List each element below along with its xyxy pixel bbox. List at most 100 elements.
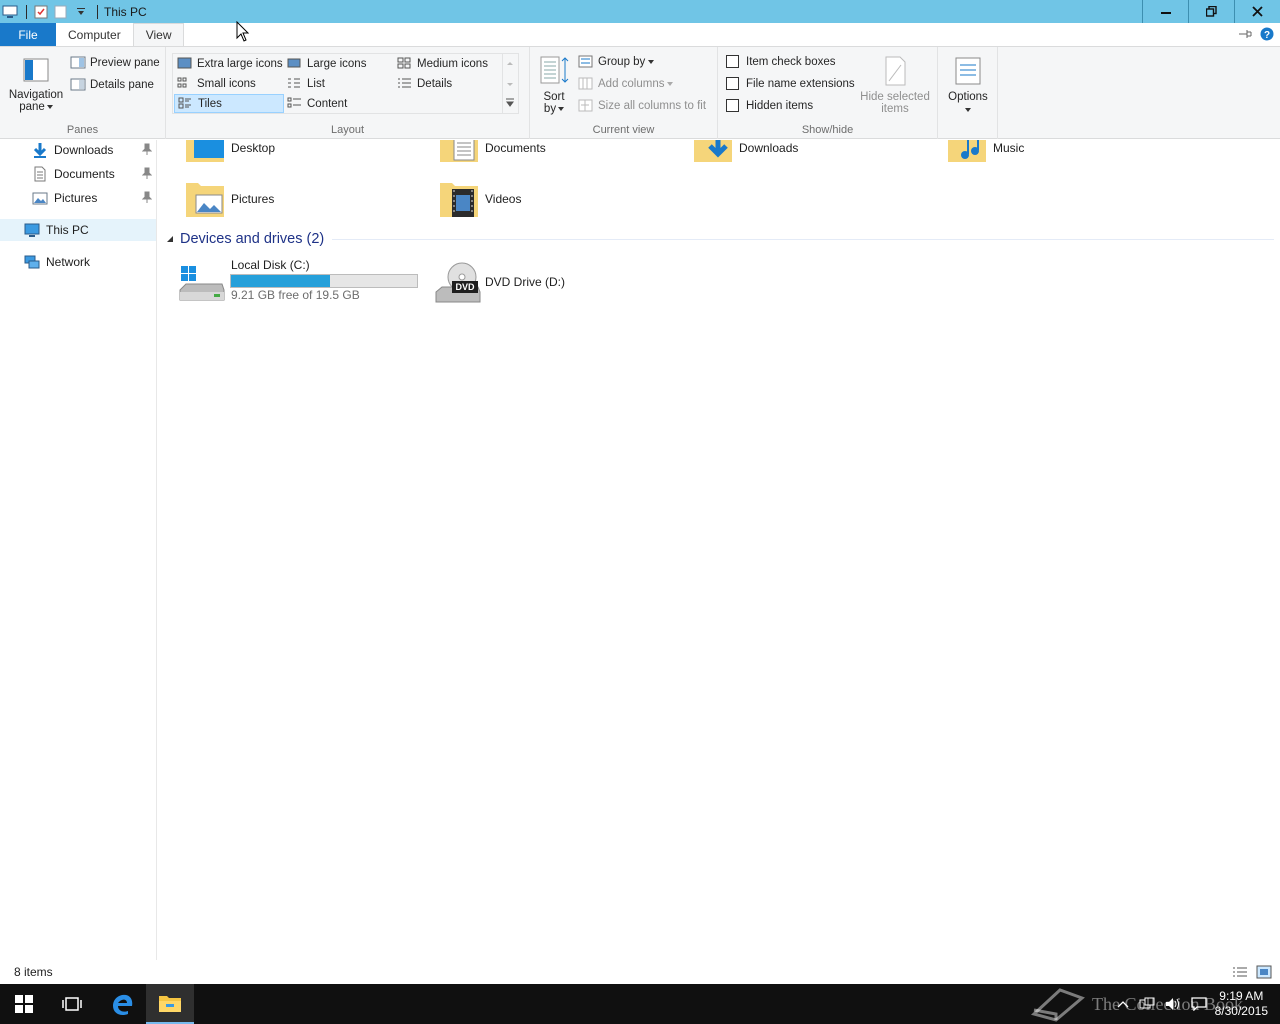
nav-label: Documents [54,167,115,181]
customize-qat-icon[interactable] [73,4,89,20]
folder-label: Downloads [739,141,799,155]
folder-tile-pictures[interactable]: Pictures [184,179,274,219]
layout-list[interactable]: List [287,77,325,90]
add-columns-label: Add columns [598,77,665,90]
layout-extra-large-icons[interactable]: Extra large icons [177,57,283,70]
large-icons-label: Large icons [307,57,367,70]
chevron-down-icon [46,105,53,109]
ribbon-tabs: File Computer View ? [0,23,1280,47]
nav-item-downloads[interactable]: Downloads [0,139,156,161]
title-bar: This PC [0,0,1280,23]
restore-button[interactable] [1188,0,1234,23]
new-folder-icon[interactable] [53,4,69,20]
minimize-button[interactable] [1142,0,1188,23]
hide-selected-items-button[interactable]: Hide selected items [858,55,932,115]
item-check-boxes-option[interactable]: Item check boxes [726,55,835,68]
help-icon[interactable]: ? [1260,27,1274,41]
qat-separator [26,4,27,19]
group-by-button[interactable]: Group by [578,55,656,68]
nav-item-documents[interactable]: Documents [0,163,156,185]
chevron-down-icon [558,107,565,111]
show-hide-group: Item check boxes File name extensions Hi… [718,47,938,139]
layout-group-label: Layout [330,124,365,136]
mouse-cursor-icon [236,21,250,42]
tab-file[interactable]: File [0,23,56,47]
properties-icon[interactable] [33,4,49,20]
dvd-drive-icon: DVD [435,262,481,303]
show-hidden-icons-chevron-icon[interactable] [1117,1000,1129,1008]
tab-view[interactable]: View [132,23,185,47]
volume-icon[interactable] [1165,997,1181,1011]
layout-tiles[interactable]: Tiles [174,94,284,113]
extra-large-icons-label: Extra large icons [197,57,283,70]
file-name-extensions-option[interactable]: File name extensions [726,77,855,90]
hide-selected-label: Hide selected [860,91,930,103]
drive-label: DVD Drive (D:) [485,275,565,289]
folder-tile-desktop[interactable]: Desktop [184,140,275,164]
group-by-icon [578,55,593,68]
music-folder-icon [948,140,986,162]
folder-tile-videos[interactable]: Videos [438,179,521,219]
options-group: Options [938,47,998,139]
layout-details[interactable]: Details [397,77,452,90]
layout-small-icons[interactable]: Small icons [177,77,256,90]
list-icon [288,78,300,88]
hide-selected-items-icon [885,56,906,86]
folder-tile-music[interactable]: Music [946,140,1024,164]
details-view-icon[interactable] [1232,965,1248,979]
file-name-extensions-label: File name extensions [746,77,855,90]
network-status-icon[interactable] [1139,997,1155,1011]
hide-selected-label-2: items [881,103,909,115]
drive-tile-dvd[interactable]: DVD DVD Drive (D:) [434,260,565,304]
folder-tile-documents[interactable]: Documents [438,140,546,164]
hidden-items-option[interactable]: Hidden items [726,99,813,112]
drive-free-space: 9.21 GB free of 19.5 GB [231,288,360,302]
layout-medium-icons[interactable]: Medium icons [397,57,488,70]
close-button[interactable] [1234,0,1280,23]
folder-tile-downloads[interactable]: Downloads [692,140,798,164]
task-view-button[interactable] [48,984,96,1024]
folder-label: Videos [485,192,522,206]
sort-by-button[interactable]: Sort by [536,55,572,115]
taskbar-clock[interactable]: 9:19 AM 8/30/2015 [1215,989,1268,1019]
nav-item-pictures[interactable]: Pictures [0,187,156,209]
size-columns-label: Size all columns to fit [598,99,707,112]
layout-content[interactable]: Content [287,97,347,110]
add-columns-button[interactable]: Add columns [578,77,675,90]
chevron-down-icon [648,59,655,64]
sort-by-label: Sort [543,91,565,103]
edge-browser-icon [113,994,133,1016]
gallery-scroll-arrows-icon [506,62,514,107]
large-icons-view-icon[interactable] [1256,965,1272,979]
size-columns-button[interactable]: Size all columns to fit [578,99,706,112]
pin-ribbon-icon[interactable] [1238,28,1252,40]
content-icon [287,97,301,108]
devices-drives-title: Devices and drives (2) [180,231,325,247]
nav-item-this-pc[interactable]: This PC [0,219,156,241]
collapse-triangle-icon[interactable] [166,235,174,243]
layout-gallery-scroll[interactable] [502,54,518,113]
quick-access-toolbar [0,0,104,23]
nav-label: Pictures [54,191,98,205]
options-button[interactable]: Options [942,55,994,115]
navigation-pane-button[interactable]: Navigation pane [6,57,66,113]
devices-drives-group-header[interactable]: Devices and drives (2) [166,231,1274,247]
pictures-icon [32,192,48,205]
details-pane-button[interactable]: Details pane [70,78,154,91]
file-name-extensions-checkbox[interactable] [726,77,739,90]
tiles-label: Tiles [198,97,222,110]
hidden-items-checkbox[interactable] [726,99,739,112]
desktop-folder-icon [186,140,224,162]
edge-taskbar-button[interactable] [98,984,146,1024]
preview-pane-button[interactable]: Preview pane [70,56,160,69]
action-center-icon[interactable] [1190,997,1207,1011]
nav-label: Network [46,255,91,269]
item-check-boxes-checkbox[interactable] [726,55,739,68]
start-button[interactable] [0,984,48,1024]
file-explorer-taskbar-button[interactable] [146,984,194,1024]
nav-item-network[interactable]: Network [0,251,156,273]
layout-large-icons[interactable]: Large icons [287,57,366,70]
tab-computer[interactable]: Computer [56,23,133,47]
computer-icon [2,4,18,20]
folder-label: Documents [485,141,546,155]
